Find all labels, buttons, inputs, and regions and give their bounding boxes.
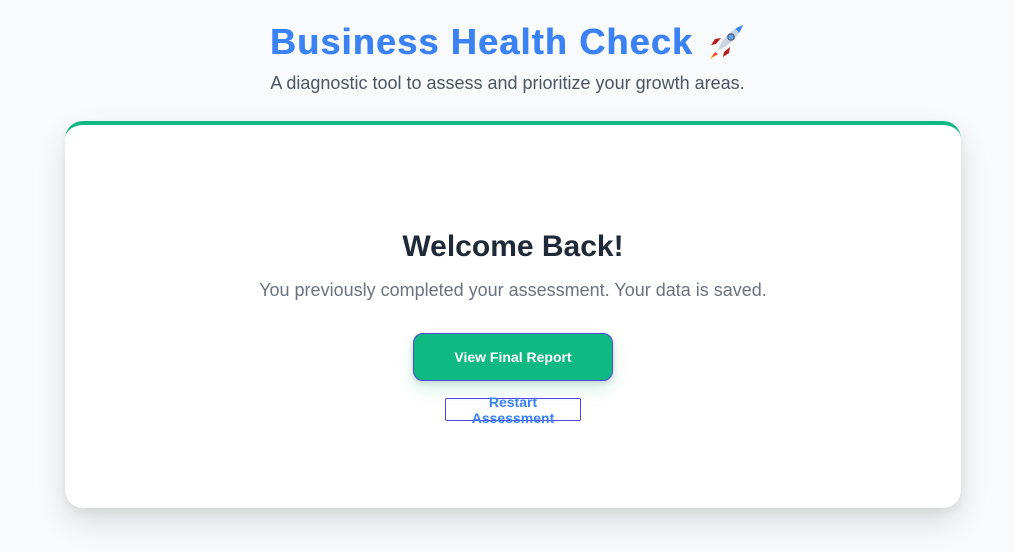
welcome-heading: Welcome Back! [402,230,624,263]
welcome-description: You previously completed your assessment… [259,280,767,300]
view-final-report-button[interactable]: View Final Report [413,333,613,381]
rocket-icon [707,23,745,61]
page-title: Business Health Check [269,21,694,62]
title-row: Business Health Check [0,20,1015,64]
restart-assessment-button[interactable]: Restart Assessment [445,394,581,426]
page-subtitle: A diagnostic tool to assess and prioriti… [270,73,745,93]
welcome-card: Welcome Back! You previously completed y… [65,121,961,508]
